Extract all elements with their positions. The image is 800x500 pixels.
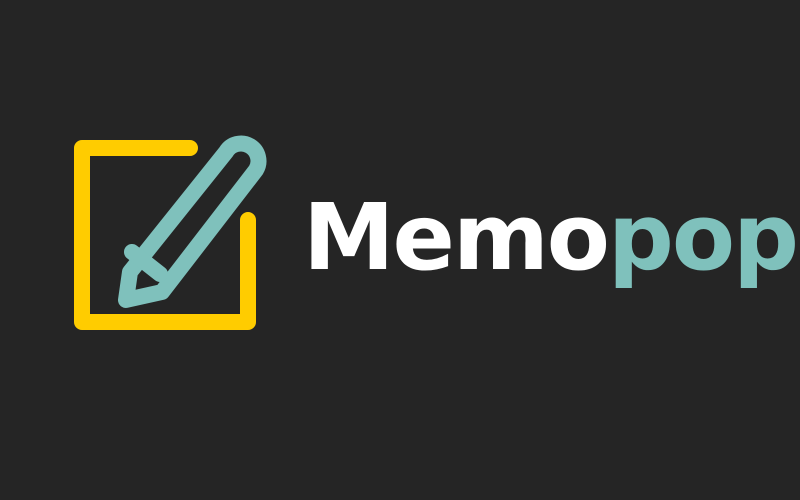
wordmark-memo: Memo [303, 184, 610, 291]
splash-canvas: Memo pop [0, 0, 800, 500]
note-pencil-icon [74, 135, 267, 330]
app-wordmark: Memo pop [303, 178, 799, 298]
wordmark-pop: pop [608, 184, 799, 291]
pencil-shape [118, 135, 267, 308]
